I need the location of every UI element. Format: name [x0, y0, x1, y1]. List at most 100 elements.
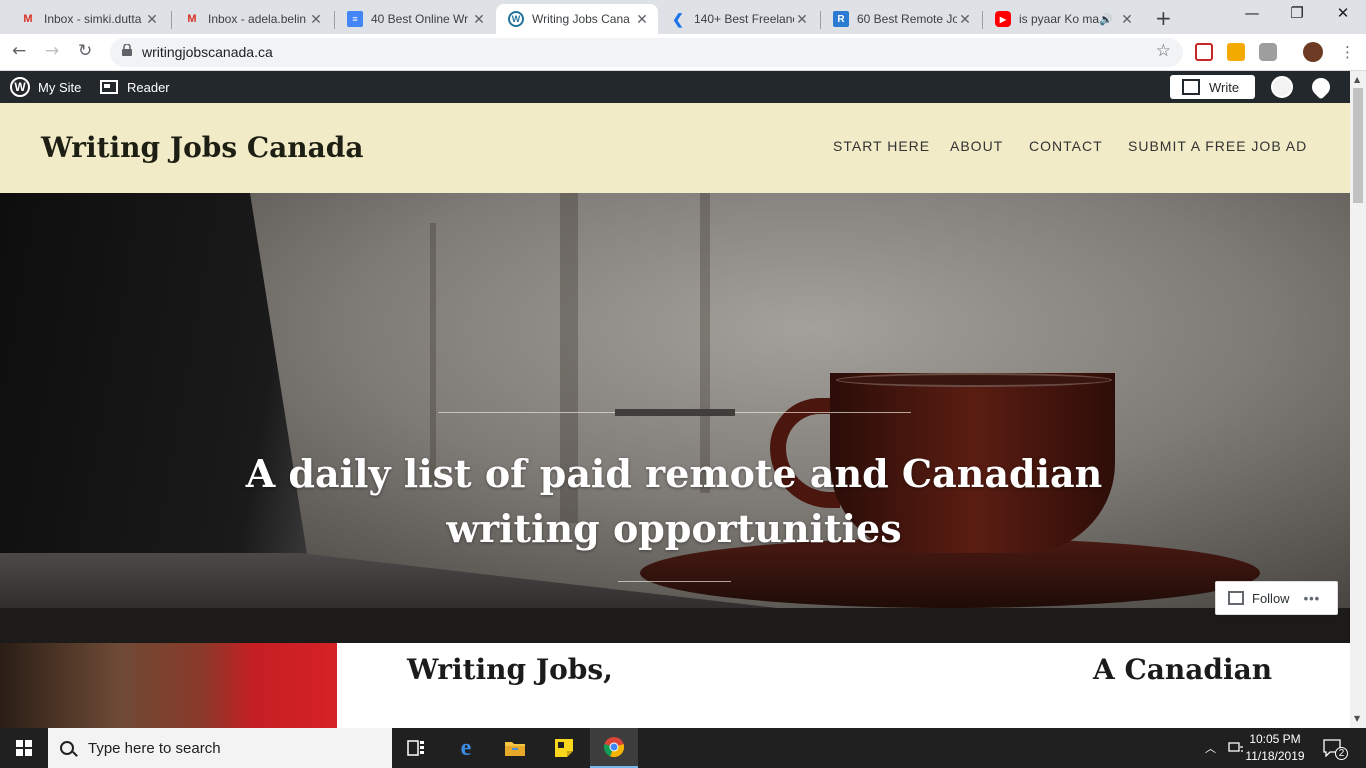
extension-icon[interactable] — [1195, 43, 1213, 61]
my-site-label: My Site — [38, 79, 82, 95]
scroll-down-icon[interactable]: ▼ — [1354, 714, 1360, 723]
close-tab-icon[interactable]: ✕ — [957, 11, 973, 28]
my-site-link[interactable]: W My Site — [10, 71, 81, 103]
write-label: Write — [1209, 79, 1240, 95]
clock-date: 11/18/2019 — [1245, 749, 1305, 763]
browser-tab[interactable]: ▶ is pyaar Ko ma 🔊 ✕ — [983, 4, 1143, 34]
write-icon — [1182, 79, 1200, 95]
gmail-icon: M — [187, 13, 197, 25]
tab-title: 60 Best Remote Jo — [857, 12, 957, 26]
post-thumbnail[interactable] — [0, 643, 337, 728]
page-scrollbar[interactable]: ▲ ▼ — [1350, 71, 1366, 728]
clock-time: 10:05 PM — [1249, 732, 1301, 746]
search-placeholder: Type here to search — [88, 739, 221, 757]
site-title[interactable]: Writing Jobs Canada — [41, 131, 364, 164]
more-options-icon[interactable]: ••• — [1304, 591, 1321, 606]
tab-title: 40 Best Online Wr — [371, 12, 469, 26]
url-text[interactable]: writingjobscanada.ca — [142, 44, 273, 60]
close-tab-icon[interactable]: ✕ — [634, 11, 650, 28]
taskbar-search[interactable]: Type here to search — [48, 728, 392, 768]
background-tree — [430, 223, 436, 483]
new-tab-button[interactable]: + — [1155, 6, 1172, 30]
tab-title: is pyaar Ko ma — [1019, 12, 1100, 26]
follow-label: Follow — [1252, 590, 1290, 606]
browser-tab[interactable]: ≡ 40 Best Online Wr ✕ — [335, 4, 495, 34]
tab-title: Writing Jobs Cana — [532, 12, 630, 26]
sticky-notes-icon[interactable] — [540, 728, 588, 768]
follow-button[interactable]: Follow ••• — [1215, 581, 1338, 615]
gmail-icon: M — [23, 13, 33, 25]
hero-table-image — [0, 608, 1350, 643]
wordpress-icon: W — [10, 77, 30, 97]
extension-key-icon[interactable] — [1227, 43, 1245, 61]
forward-button[interactable]: → — [45, 41, 59, 61]
bookmark-star-icon[interactable]: ☆ — [1156, 41, 1171, 61]
edge-icon[interactable]: e — [442, 728, 490, 768]
post-title[interactable]: A Canadian — [1093, 653, 1272, 686]
close-tab-icon[interactable]: ✕ — [308, 11, 324, 28]
site-icon: ❮ — [672, 10, 684, 27]
scroll-thumb[interactable] — [1353, 88, 1363, 203]
maximize-button[interactable]: ❐ — [1274, 4, 1320, 22]
scroll-up-icon[interactable]: ▲ — [1354, 75, 1360, 84]
tab-title: Inbox - simki.dutta — [44, 12, 142, 26]
reader-label: Reader — [127, 79, 170, 95]
reload-button[interactable]: ↻ — [78, 41, 92, 61]
lock-icon[interactable] — [122, 44, 132, 56]
hero-tagline: A daily list of paid remote and Canadian… — [245, 451, 1103, 551]
browser-tab[interactable]: ❮ 140+ Best Freelanc ✕ — [658, 4, 818, 34]
hero-divider-bottom — [618, 581, 731, 582]
post-title[interactable]: Writing Jobs, — [407, 653, 613, 686]
nav-submit-job-ad[interactable]: SUBMIT A FREE JOB AD — [1128, 138, 1307, 154]
site-header: Writing Jobs Canada START HERE ABOUT CON… — [0, 103, 1350, 193]
hero-cup-rim — [836, 373, 1112, 387]
taskbar-clock[interactable]: 10:05 PM 11/18/2019 — [1240, 731, 1310, 765]
reader-icon — [100, 80, 118, 94]
task-view-icon[interactable] — [392, 728, 440, 768]
browser-tab-strip: M Inbox - simki.dutta ✕ M Inbox - adela.… — [0, 0, 1366, 34]
browser-tab[interactable]: M Inbox - adela.belin ✕ — [172, 4, 332, 34]
tab-title: Inbox - adela.belin — [208, 12, 307, 26]
follow-icon — [1228, 591, 1244, 605]
hero-banner: A daily list of paid remote and Canadian… — [0, 193, 1350, 643]
nav-about[interactable]: ABOUT — [950, 138, 1003, 154]
reader-link[interactable]: Reader — [100, 71, 170, 103]
close-tab-icon[interactable]: ✕ — [144, 11, 160, 28]
browser-tab[interactable]: M Inbox - simki.dutta ✕ — [8, 4, 168, 34]
wp-admin-bar: W My Site Reader Write — [0, 71, 1350, 103]
camera-icon[interactable] — [1259, 43, 1277, 61]
youtube-icon: ▶ — [995, 11, 1011, 27]
nav-contact[interactable]: CONTACT — [1029, 138, 1103, 154]
write-button[interactable]: Write — [1170, 75, 1255, 99]
minimize-button[interactable]: — — [1229, 4, 1275, 22]
windows-taskbar: Type here to search e ︿ 10:05 PM 11/18/2… — [0, 728, 1366, 768]
docs-icon: ≡ — [347, 11, 363, 27]
close-window-button[interactable]: ✕ — [1320, 4, 1366, 22]
site-icon: R — [833, 11, 849, 27]
close-tab-icon[interactable]: ✕ — [794, 11, 810, 28]
notifications-icon[interactable] — [1308, 74, 1334, 100]
browser-menu-icon[interactable]: ⋮ — [1340, 43, 1355, 61]
tray-overflow-icon[interactable]: ︿ — [1205, 728, 1216, 768]
address-bar[interactable]: writingjobscanada.ca ☆ — [110, 38, 1183, 67]
chrome-icon[interactable] — [590, 728, 638, 768]
windows-icon — [16, 740, 32, 756]
tab-title: 140+ Best Freelanc — [694, 12, 794, 26]
start-button[interactable] — [0, 728, 48, 768]
close-tab-icon[interactable]: ✕ — [471, 11, 487, 28]
browser-tab-active[interactable]: W Writing Jobs Cana ✕ — [496, 4, 658, 34]
action-center-icon[interactable]: 2 — [1323, 728, 1356, 768]
back-button[interactable]: ← — [12, 41, 26, 61]
profile-avatar[interactable] — [1303, 42, 1323, 62]
nav-start-here[interactable]: START HERE — [833, 138, 930, 154]
user-avatar[interactable] — [1271, 76, 1293, 98]
browser-tab[interactable]: R 60 Best Remote Jo ✕ — [821, 4, 981, 34]
file-explorer-icon[interactable] — [491, 728, 539, 768]
wordpress-icon: W — [508, 11, 524, 27]
search-icon — [60, 741, 74, 755]
browser-toolbar: ← → ↻ writingjobscanada.ca ☆ ⋮ — [0, 34, 1366, 71]
hero-divider-accent — [615, 409, 735, 416]
site-page: Writing Jobs Canada START HERE ABOUT CON… — [0, 103, 1350, 728]
audio-playing-icon[interactable]: 🔊 — [1099, 13, 1113, 26]
close-tab-icon[interactable]: ✕ — [1119, 11, 1135, 28]
